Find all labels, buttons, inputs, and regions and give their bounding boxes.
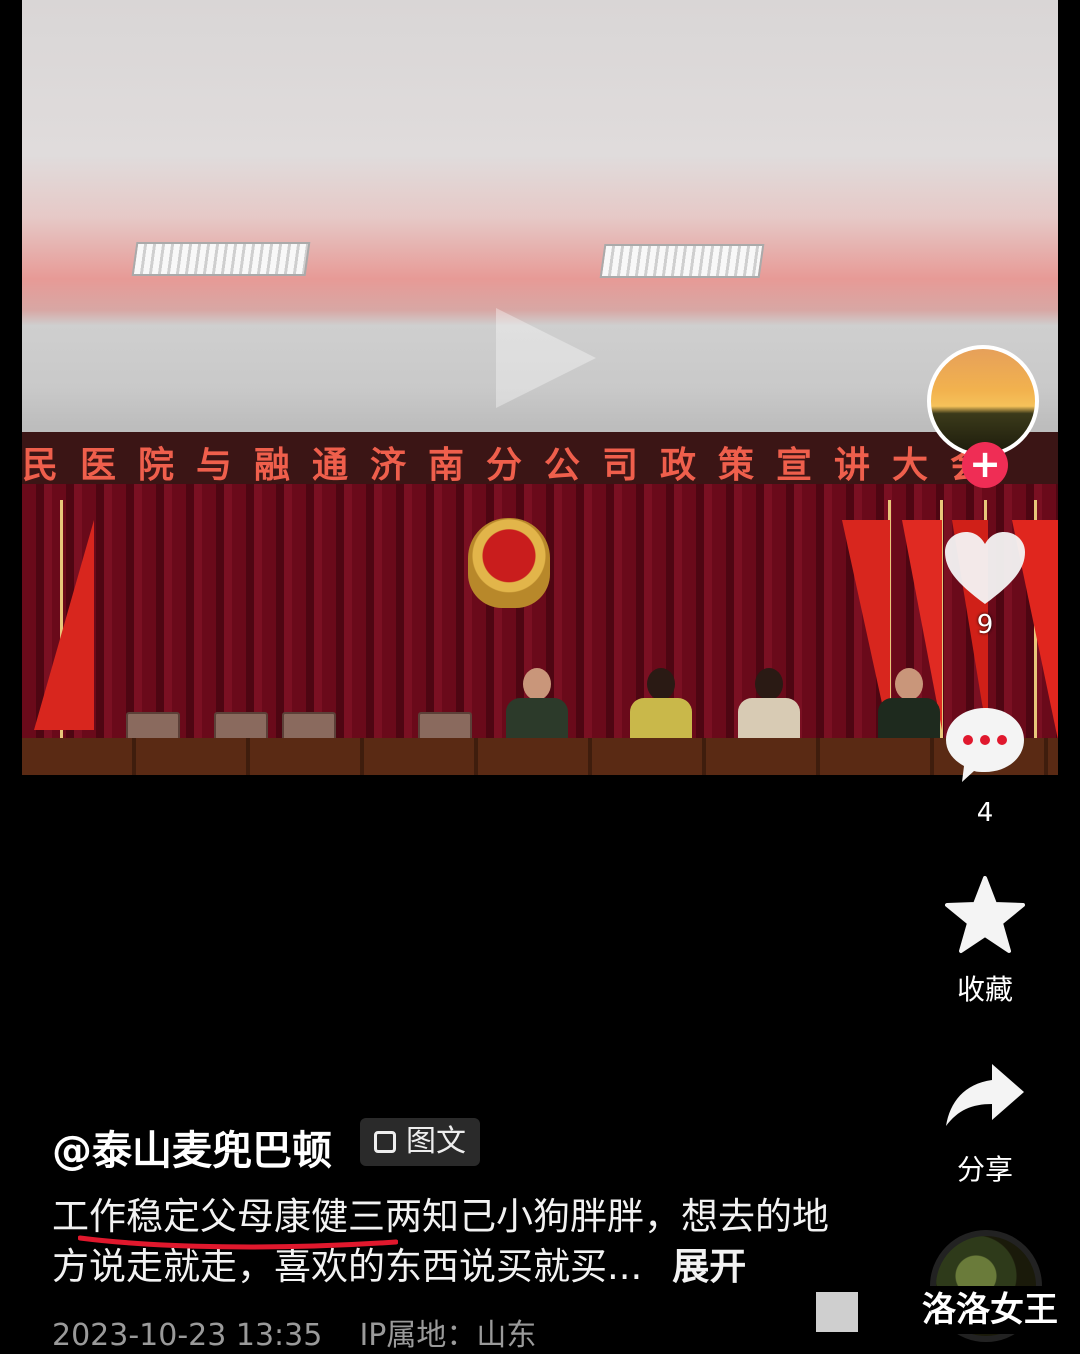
podium-table (22, 738, 1058, 775)
play-icon[interactable] (496, 308, 596, 408)
person (738, 668, 800, 740)
banner-text: 民医院与融通济南分公司政策宣讲大会 (22, 444, 1009, 486)
heart-icon (945, 532, 1025, 604)
watermark-text: 洛洛女王 (906, 1286, 1074, 1334)
share-label: 分享 (956, 1153, 1013, 1186)
red-flag (34, 520, 94, 730)
red-underline-mark (78, 1235, 398, 1250)
author-avatar[interactable] (927, 345, 1039, 457)
comment-button[interactable]: 4 (926, 706, 1044, 828)
post-meta: 2023-10-23 13:35 IP属地：山东 (52, 1310, 536, 1354)
share-button[interactable]: 分享 (926, 1062, 1044, 1188)
post-photo[interactable]: 民医院与融通济南分公司政策宣讲大会 (22, 0, 1058, 775)
led-banner: 民医院与融通济南分公司政策宣讲大会 (22, 432, 1058, 486)
share-arrow-icon (946, 1064, 1024, 1126)
like-count: 9 (976, 610, 994, 640)
post-timestamp: 2023-10-23 13:35 (52, 1318, 323, 1353)
ip-location: IP属地：山东 (359, 1318, 537, 1353)
image-text-icon (374, 1131, 396, 1153)
person (630, 668, 692, 740)
person (506, 668, 568, 740)
favorite-label: 收藏 (956, 973, 1013, 1006)
comment-count: 4 (976, 798, 994, 828)
star-icon (945, 876, 1025, 953)
favorite-button[interactable]: 收藏 (926, 876, 1044, 1008)
follow-button[interactable]: + (962, 442, 1008, 488)
ceiling-light (131, 242, 311, 276)
watermark-logo (816, 1292, 858, 1332)
emblem (468, 518, 550, 608)
comment-icon (946, 708, 1024, 782)
expand-button[interactable]: 展开 (672, 1245, 746, 1288)
post-type-label: 图文 (406, 1124, 466, 1159)
ceiling-light (599, 244, 765, 278)
post-type-tag: 图文 (360, 1118, 480, 1166)
like-button[interactable]: 9 (926, 532, 1044, 640)
author-handle[interactable]: @泰山麦兜巴顿 (52, 1118, 332, 1176)
